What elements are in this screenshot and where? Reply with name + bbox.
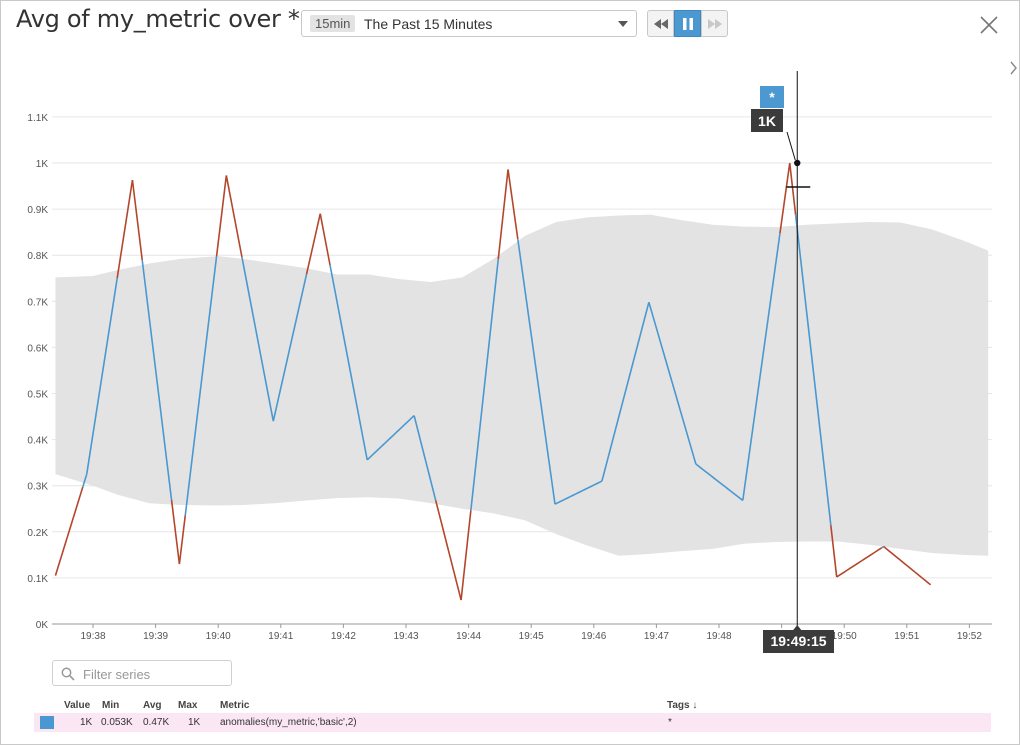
- value-tooltip-label: 1K: [758, 113, 776, 129]
- chevron-down-icon: [618, 21, 628, 27]
- filter-series-field[interactable]: [52, 660, 232, 686]
- x-tick-label: 19:52: [957, 631, 982, 642]
- legend-header-min[interactable]: Min: [102, 700, 119, 711]
- series-line-segment: [507, 169, 519, 240]
- x-tick-label: 19:40: [206, 631, 231, 642]
- legend-tags: *: [668, 717, 672, 728]
- fast-forward-icon: [707, 18, 722, 29]
- playback-controls: [647, 10, 728, 37]
- x-tick-label: 19:42: [331, 631, 356, 642]
- series-line-segment: [779, 162, 791, 234]
- series-line-segment: [225, 175, 243, 258]
- legend-max: 1K: [188, 717, 201, 728]
- legend-header-max[interactable]: Max: [178, 700, 197, 711]
- legend-header-metric[interactable]: Metric: [220, 700, 249, 711]
- legend-avg: 0.47K: [143, 717, 170, 728]
- series-line-segment: [54, 486, 84, 576]
- series-line-segment: [497, 169, 509, 260]
- legend-value: 1K: [80, 717, 93, 728]
- pause-button[interactable]: [674, 10, 701, 37]
- series-tag-label: *: [769, 89, 775, 105]
- y-tick-label: 0.4K: [27, 436, 48, 447]
- x-tick-label: 19:38: [80, 631, 105, 642]
- timeframe-badge: 15min: [310, 15, 356, 32]
- time-tooltip-arrow: [793, 625, 802, 630]
- series-line-segment: [116, 179, 134, 279]
- timeframe-label: The Past 15 Minutes: [364, 16, 493, 32]
- legend-metric: anomalies(my_metric,'basic',2): [220, 717, 357, 728]
- close-button[interactable]: [978, 14, 1000, 36]
- legend-header-avg[interactable]: Avg: [143, 700, 162, 711]
- time-tooltip-label: 19:49:15: [770, 633, 826, 649]
- search-icon: [61, 667, 75, 681]
- graph-title: Avg of my_metric over *: [16, 5, 300, 33]
- tooltip-pointer: [786, 131, 796, 161]
- series-line-segment: [883, 545, 932, 586]
- legend-row[interactable]: 1K 0.053K 0.47K 1K anomalies(my_metric,'…: [34, 713, 991, 732]
- close-icon: [980, 16, 998, 34]
- y-tick-label: 1.1K: [27, 113, 48, 124]
- y-tick-label: 0K: [36, 620, 49, 631]
- y-tick-label: 0.6K: [27, 343, 48, 354]
- series-line-segment: [788, 162, 797, 215]
- x-tick-label: 19:44: [456, 631, 481, 642]
- series-line-segment: [460, 510, 472, 601]
- y-tick-label: 0.8K: [27, 251, 48, 262]
- x-tick-label: 19:50: [832, 631, 857, 642]
- fast-forward-button[interactable]: [701, 10, 728, 37]
- series-line-segment: [131, 179, 144, 261]
- pause-icon: [682, 17, 693, 30]
- x-tick-label: 19:46: [581, 631, 606, 642]
- y-tick-label: 0.2K: [27, 528, 48, 539]
- y-tick-label: 0.1K: [27, 574, 48, 585]
- y-tick-label: 0.3K: [27, 482, 48, 493]
- hover-point: [794, 159, 801, 167]
- rewind-button[interactable]: [647, 10, 674, 37]
- series-line-segment: [305, 213, 322, 275]
- legend-header-value[interactable]: Value: [64, 700, 90, 711]
- scroll-arrow-icon[interactable]: [1009, 60, 1019, 76]
- y-tick-label: 0.9K: [27, 205, 48, 216]
- series-color-swatch[interactable]: [40, 716, 54, 729]
- y-tick-label: 0.7K: [27, 297, 48, 308]
- filter-series-input[interactable]: [81, 664, 230, 684]
- y-tick-label: 1K: [36, 159, 49, 170]
- series-line-segment: [215, 175, 228, 257]
- series-line-segment: [319, 213, 331, 266]
- timeseries-chart[interactable]: 0K 0.1K 0.2K 0.3K 0.4K 0.5K 0.6K 0.7K 0.8K 0.9K 1K…: [0, 60, 1008, 660]
- y-tick-label: 0.5K: [27, 390, 48, 401]
- series-line-segment: [836, 547, 883, 578]
- series-line-segment: [434, 499, 462, 601]
- legend-header-tags[interactable]: Tags ↓: [667, 700, 697, 711]
- x-tick-label: 19:47: [644, 631, 669, 642]
- x-tick-label: 19:39: [143, 631, 168, 642]
- x-tick-label: 19:43: [393, 631, 418, 642]
- x-tick-label: 19:41: [268, 631, 293, 642]
- x-tick-label: 19:48: [706, 631, 731, 642]
- rewind-icon: [653, 18, 668, 29]
- x-tick-label: 19:51: [894, 631, 919, 642]
- x-tick-label: 19:45: [519, 631, 544, 642]
- series-line-segment: [178, 515, 187, 565]
- legend-min: 0.053K: [101, 717, 133, 728]
- timeframe-dropdown[interactable]: 15min The Past 15 Minutes: [301, 10, 637, 37]
